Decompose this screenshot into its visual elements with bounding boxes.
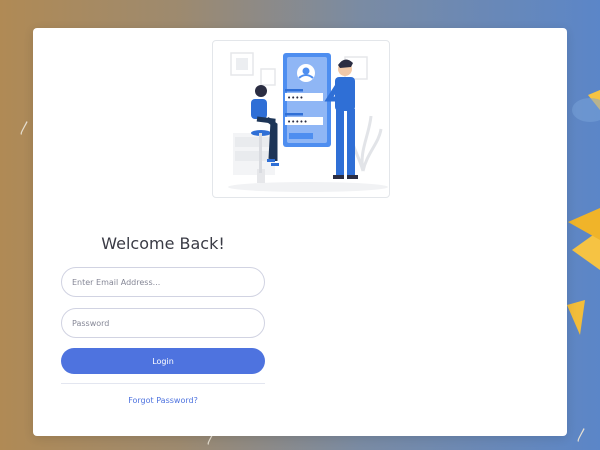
login-button[interactable]: Login xyxy=(61,348,265,374)
login-illustration-graphic: •••• ••••• xyxy=(228,52,388,192)
bird-decoration: 〳 xyxy=(18,121,32,137)
forgot-password-link[interactable]: Forgot Password? xyxy=(61,396,265,405)
welcome-title: Welcome Back! xyxy=(101,234,225,253)
form-divider xyxy=(61,383,265,384)
login-illustration: •••• ••••• xyxy=(212,40,390,198)
password-dots-bottom: ••••• xyxy=(287,118,308,126)
password-dots-top: •••• xyxy=(287,94,304,102)
password-field[interactable] xyxy=(61,308,265,338)
bird-decoration: 〳 xyxy=(575,428,589,444)
login-card: •••• ••••• Welcome Back! Enter Email Add… xyxy=(33,28,567,436)
email-field[interactable] xyxy=(61,267,265,297)
